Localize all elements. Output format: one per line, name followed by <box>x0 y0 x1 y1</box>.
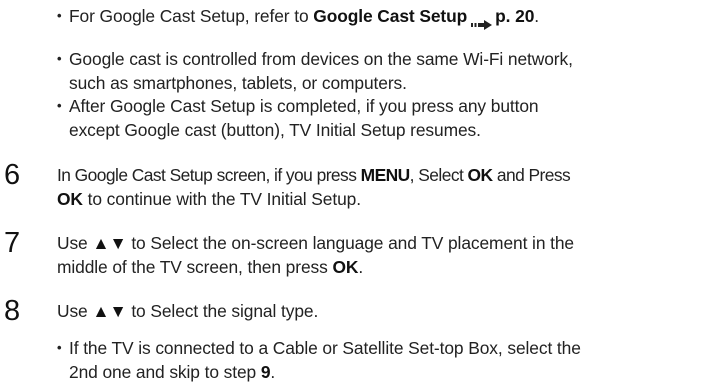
step-number: 7 <box>4 227 21 259</box>
bullet-dot: • <box>57 8 62 23</box>
bullet-line: Google cast is controlled from devices o… <box>69 49 573 69</box>
step-9-link[interactable]: 9 <box>261 362 271 382</box>
google-cast-setup-link[interactable]: Google Cast Setup <box>313 6 467 26</box>
ok-key-label: OK <box>332 257 359 277</box>
page-reference[interactable]: p. 20 <box>495 6 534 26</box>
bullet-dot: • <box>57 340 62 355</box>
bullet-wifi-control: • Google cast is controlled from devices… <box>57 47 705 95</box>
step-number: 6 <box>4 159 21 191</box>
bullet-dot: • <box>57 98 62 113</box>
bullet-line: After Google Cast Setup is completed, if… <box>69 96 539 116</box>
up-down-arrows-icon: ▲▼ <box>92 233 127 253</box>
bullet-setup-completed: • After Google Cast Setup is completed, … <box>57 94 705 142</box>
page-reference-arrow-icon <box>471 12 493 31</box>
menu-key-label: MENU <box>360 165 411 185</box>
bullet-line: except Google cast (button), TV Initial … <box>69 120 481 140</box>
bullet-dot: • <box>57 51 62 66</box>
up-down-arrows-icon: ▲▼ <box>92 301 127 321</box>
ok-key-label: OK <box>467 165 494 185</box>
bullet-text: For Google Cast Setup, refer to <box>69 6 314 26</box>
bullet-line: If the TV is connected to a Cable or Sat… <box>69 338 581 358</box>
bullet-cable-satellite: • If the TV is connected to a Cable or S… <box>57 336 705 384</box>
step-number: 8 <box>4 295 21 327</box>
ok-key-label: OK <box>57 189 83 209</box>
bullet-google-cast-setup-ref: • For Google Cast Setup, refer to Google… <box>57 4 705 31</box>
bullet-line: such as smartphones, tablets, or compute… <box>69 73 407 93</box>
